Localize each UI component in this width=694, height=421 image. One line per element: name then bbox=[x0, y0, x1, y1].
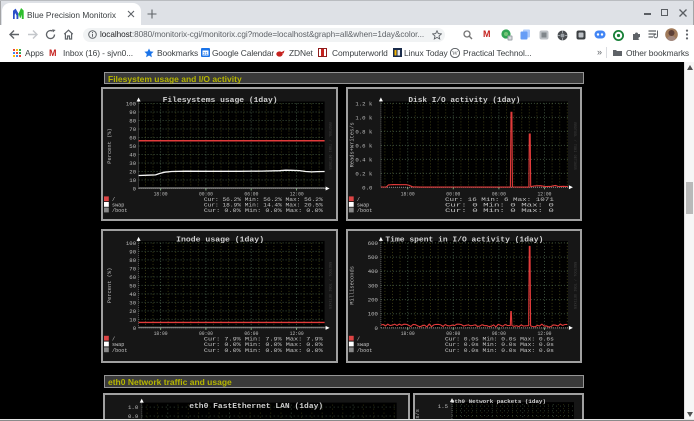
svg-text:0.4 k: 0.4 k bbox=[355, 157, 372, 163]
svg-text:70: 70 bbox=[130, 266, 137, 272]
svg-text:10: 10 bbox=[130, 178, 137, 184]
svg-text:90: 90 bbox=[130, 110, 137, 116]
svg-text:100: 100 bbox=[126, 240, 136, 246]
svg-text:0.6 k: 0.6 k bbox=[355, 143, 372, 149]
svg-text:Milliseconds: Milliseconds bbox=[349, 266, 355, 305]
svg-text:10: 10 bbox=[130, 317, 137, 323]
svg-text:80: 80 bbox=[130, 118, 137, 124]
svg-text:Cur: 0.0s Min: 0.0s Max: 0: Cur: 0.0s Min: 0.0s Max: 0.0s bbox=[445, 348, 554, 354]
svg-text:100: 100 bbox=[367, 311, 377, 317]
svg-text:20: 20 bbox=[130, 308, 137, 314]
svg-text:31: 31 bbox=[203, 51, 209, 56]
svg-text:/boot: /boot bbox=[112, 348, 127, 354]
svg-text:30: 30 bbox=[130, 161, 137, 167]
svg-text:0: 0 bbox=[133, 186, 136, 192]
svg-text:0.0: 0.0 bbox=[362, 185, 372, 191]
svg-text:0: 0 bbox=[374, 325, 377, 331]
svg-text:70: 70 bbox=[130, 127, 137, 133]
svg-text:50: 50 bbox=[130, 283, 137, 289]
svg-text:/boot: /boot bbox=[356, 348, 371, 354]
svg-text:18:00: 18:00 bbox=[400, 191, 414, 197]
svg-text:1.5: 1.5 bbox=[437, 404, 447, 410]
svg-text:0.2 k: 0.2 k bbox=[355, 171, 372, 177]
svg-text:RRDTOOL / TOBI OETIKER: RRDTOOL / TOBI OETIKER bbox=[327, 261, 332, 309]
svg-text:20: 20 bbox=[130, 169, 137, 175]
svg-text:/boot: /boot bbox=[112, 208, 127, 214]
svg-text:500: 500 bbox=[367, 255, 377, 261]
svg-text:Filesystems usage (1day): Filesystems usage (1day) bbox=[163, 96, 278, 104]
svg-text:90: 90 bbox=[130, 249, 137, 255]
svg-text:200: 200 bbox=[367, 297, 377, 303]
svg-text:Inode usage (1day): Inode usage (1day) bbox=[176, 236, 264, 244]
svg-text:40: 40 bbox=[130, 291, 137, 297]
svg-text:W: W bbox=[452, 51, 458, 57]
svg-text:0.8 k: 0.8 k bbox=[355, 129, 372, 135]
svg-text:60: 60 bbox=[130, 135, 137, 141]
svg-text:Time spent in I/O activity (1: Time spent in I/O activity (1day) bbox=[385, 236, 543, 244]
svg-text:Cur: 0.0% Min: 0.0% Max:: Cur: 0.0% Min: 0.0% Max: 0.0% bbox=[204, 208, 324, 214]
svg-text:Cur: 0 Min: 0 Max:: Cur: 0 Min: 0 Max: 0 bbox=[445, 208, 554, 214]
svg-text:1.2 k: 1.2 k bbox=[355, 101, 372, 107]
svg-text:/boot: /boot bbox=[356, 208, 371, 214]
svg-text:30: 30 bbox=[130, 300, 137, 306]
svg-text:18:00: 18:00 bbox=[154, 191, 168, 197]
svg-text:RRDTOOL / TOBI OETIKER: RRDTOOL / TOBI OETIKER bbox=[571, 261, 576, 309]
svg-text:80: 80 bbox=[130, 257, 137, 263]
svg-text:eth0 FastEthernet LAN (1day): eth0 FastEthernet LAN (1day) bbox=[190, 403, 324, 411]
svg-text:Cur: 0.0% Min: 0.0% Max:: Cur: 0.0% Min: 0.0% Max: 0.0% bbox=[204, 348, 324, 354]
svg-text:600: 600 bbox=[367, 240, 377, 246]
svg-text:Percent (%): Percent (%) bbox=[107, 267, 113, 302]
svg-text:50: 50 bbox=[130, 144, 137, 150]
svg-text:300: 300 bbox=[367, 283, 377, 289]
svg-text:eth0 Network packets (1day): eth0 Network packets (1day) bbox=[451, 398, 546, 405]
svg-text:40: 40 bbox=[130, 152, 137, 158]
svg-text:RRDTOOL / TOBI OETIKER: RRDTOOL / TOBI OETIKER bbox=[571, 122, 576, 170]
svg-text:18:00: 18:00 bbox=[154, 330, 168, 336]
svg-text:400: 400 bbox=[367, 269, 377, 275]
svg-text:1.0 k: 1.0 k bbox=[355, 115, 372, 121]
svg-text:RRDTOOL / TOBI OETIKER: RRDTOOL / TOBI OETIKER bbox=[327, 122, 332, 170]
svg-text:Disk I/O activity (1day): Disk I/O activity (1day) bbox=[408, 96, 520, 104]
svg-text:60: 60 bbox=[130, 274, 137, 280]
svg-text:Percent (%): Percent (%) bbox=[107, 128, 113, 163]
svg-text:1.0: 1.0 bbox=[128, 405, 138, 411]
svg-text:0: 0 bbox=[133, 325, 136, 331]
svg-text:100: 100 bbox=[126, 101, 136, 107]
svg-text:18:00: 18:00 bbox=[400, 330, 414, 336]
